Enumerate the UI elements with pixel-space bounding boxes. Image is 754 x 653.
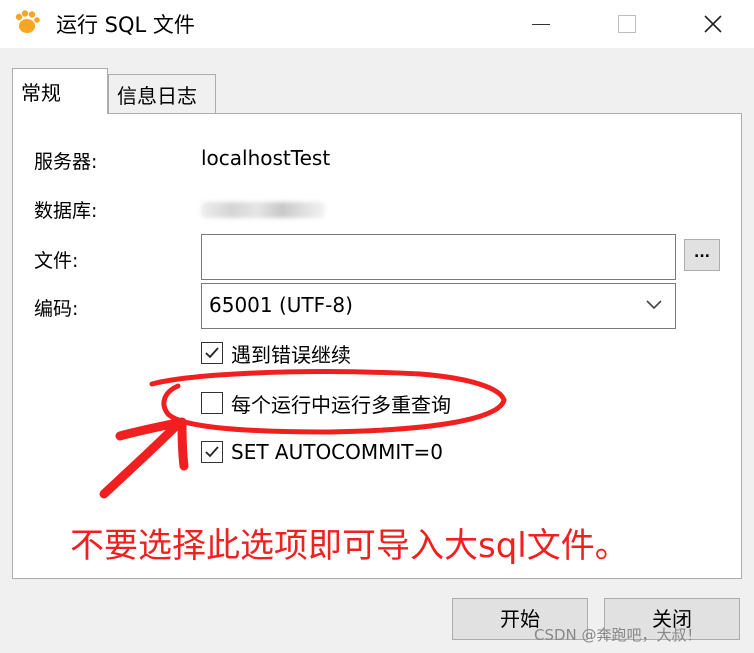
server-value: localhostTest xyxy=(201,146,331,170)
browse-button[interactable]: ... xyxy=(684,239,720,271)
checkbox-autocommit[interactable] xyxy=(201,441,223,463)
chevron-down-icon xyxy=(646,300,662,310)
encoding-selected-value: 65001 (UTF-8) xyxy=(209,293,353,317)
option-label: 遇到错误继续 xyxy=(231,342,351,367)
encoding-select[interactable]: 65001 (UTF-8) xyxy=(201,283,676,329)
database-value-blurred xyxy=(201,202,325,218)
database-label: 数据库: xyxy=(34,200,98,222)
option-label: 每个运行中运行多重查询 xyxy=(231,392,451,417)
checkmark-icon xyxy=(205,347,219,359)
checkbox-multiple-queries[interactable] xyxy=(201,392,223,414)
annotation-note: 不要选择此选项即可导入大sql文件。 xyxy=(70,526,629,566)
option-label: SET AUTOCOMMIT=0 xyxy=(231,440,444,464)
maximize-button[interactable] xyxy=(584,0,670,48)
file-input[interactable] xyxy=(201,234,676,280)
maximize-icon xyxy=(618,15,636,33)
option-continue-on-error[interactable]: 遇到错误继续 xyxy=(201,340,351,367)
general-panel xyxy=(12,113,742,579)
tab-info-log[interactable]: 信息日志 xyxy=(108,74,216,114)
encoding-label: 编码: xyxy=(34,298,79,320)
paw-icon xyxy=(15,10,40,33)
close-window-button[interactable] xyxy=(670,0,754,48)
minimize-button[interactable] xyxy=(498,0,584,48)
close-icon xyxy=(704,15,722,33)
watermark: CSDN @奔跑吧，大叔！ xyxy=(534,626,702,644)
tab-general[interactable]: 常规 xyxy=(12,68,108,114)
checkmark-icon xyxy=(205,446,219,458)
window-title: 运行 SQL 文件 xyxy=(56,13,195,37)
minimize-icon xyxy=(532,23,550,25)
option-multiple-queries[interactable]: 每个运行中运行多重查询 xyxy=(201,390,451,417)
file-label: 文件: xyxy=(34,250,79,272)
server-label: 服务器: xyxy=(34,151,98,173)
checkbox-continue-on-error[interactable] xyxy=(201,342,223,364)
title-bar: 运行 SQL 文件 xyxy=(0,0,754,48)
option-autocommit[interactable]: SET AUTOCOMMIT=0 xyxy=(201,439,443,465)
